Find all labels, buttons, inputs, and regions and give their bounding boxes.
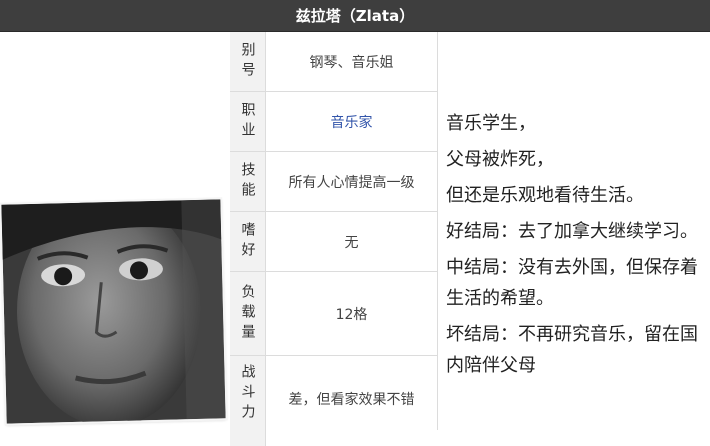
portrait-image (1, 199, 226, 424)
row-capacity: 负载量 12格 (230, 272, 437, 356)
alias-label-cell: 别号 (230, 32, 266, 91)
occupation-label: 职业 (239, 101, 256, 142)
hobby-value: 无 (344, 234, 359, 251)
hobby-label: 嗜好 (239, 221, 256, 262)
description-line: 音乐学生， (446, 113, 536, 134)
description-line: 但还是乐观地看待生活。 (446, 185, 644, 206)
row-skill: 技能 所有人心情提高一级 (230, 152, 437, 212)
row-combat: 战斗力 差，但看家效果不错 (230, 356, 437, 446)
combat-label-cell: 战斗力 (230, 356, 266, 446)
character-title: 兹拉塔（Zlata） (295, 7, 415, 25)
skill-label-cell: 技能 (230, 152, 266, 211)
capacity-value: 12格 (335, 306, 368, 323)
occupation-link[interactable]: 音乐家 (266, 92, 437, 151)
description-cell: 音乐学生， 父母被炸死， 但还是乐观地看待生活。 好结局：去了加拿大继续学习。 … (437, 32, 710, 430)
alias-label: 别号 (239, 41, 256, 82)
capacity-label: 负载量 (239, 283, 256, 344)
occupation-label-cell: 职业 (230, 92, 266, 151)
alias-value: 钢琴、音乐姐 (309, 54, 394, 71)
character-title-bar: 兹拉塔（Zlata） (0, 0, 710, 32)
capacity-label-cell: 负载量 (230, 272, 266, 355)
description-line: 好结局：去了加拿大继续学习。 (446, 221, 698, 242)
description-line: 坏结局：不再研究音乐，留在国内陪伴父母 (446, 324, 698, 376)
description-line: 父母被炸死， (446, 149, 554, 170)
skill-label: 技能 (239, 161, 256, 202)
combat-value: 差，但看家效果不错 (288, 392, 415, 408)
row-occupation: 职业 音乐家 (230, 92, 437, 152)
hobby-label-cell: 嗜好 (230, 212, 266, 271)
row-hobby: 嗜好 无 (230, 212, 437, 272)
character-portrait (1, 199, 226, 424)
row-alias: 别号 钢琴、音乐姐 (230, 32, 437, 92)
skill-value: 所有人心情提高一级 (288, 174, 415, 191)
description-line: 中结局：没有去外国，但保存着生活的希望。 (446, 257, 698, 309)
portrait-cell (0, 32, 231, 430)
combat-label: 战斗力 (239, 364, 256, 424)
